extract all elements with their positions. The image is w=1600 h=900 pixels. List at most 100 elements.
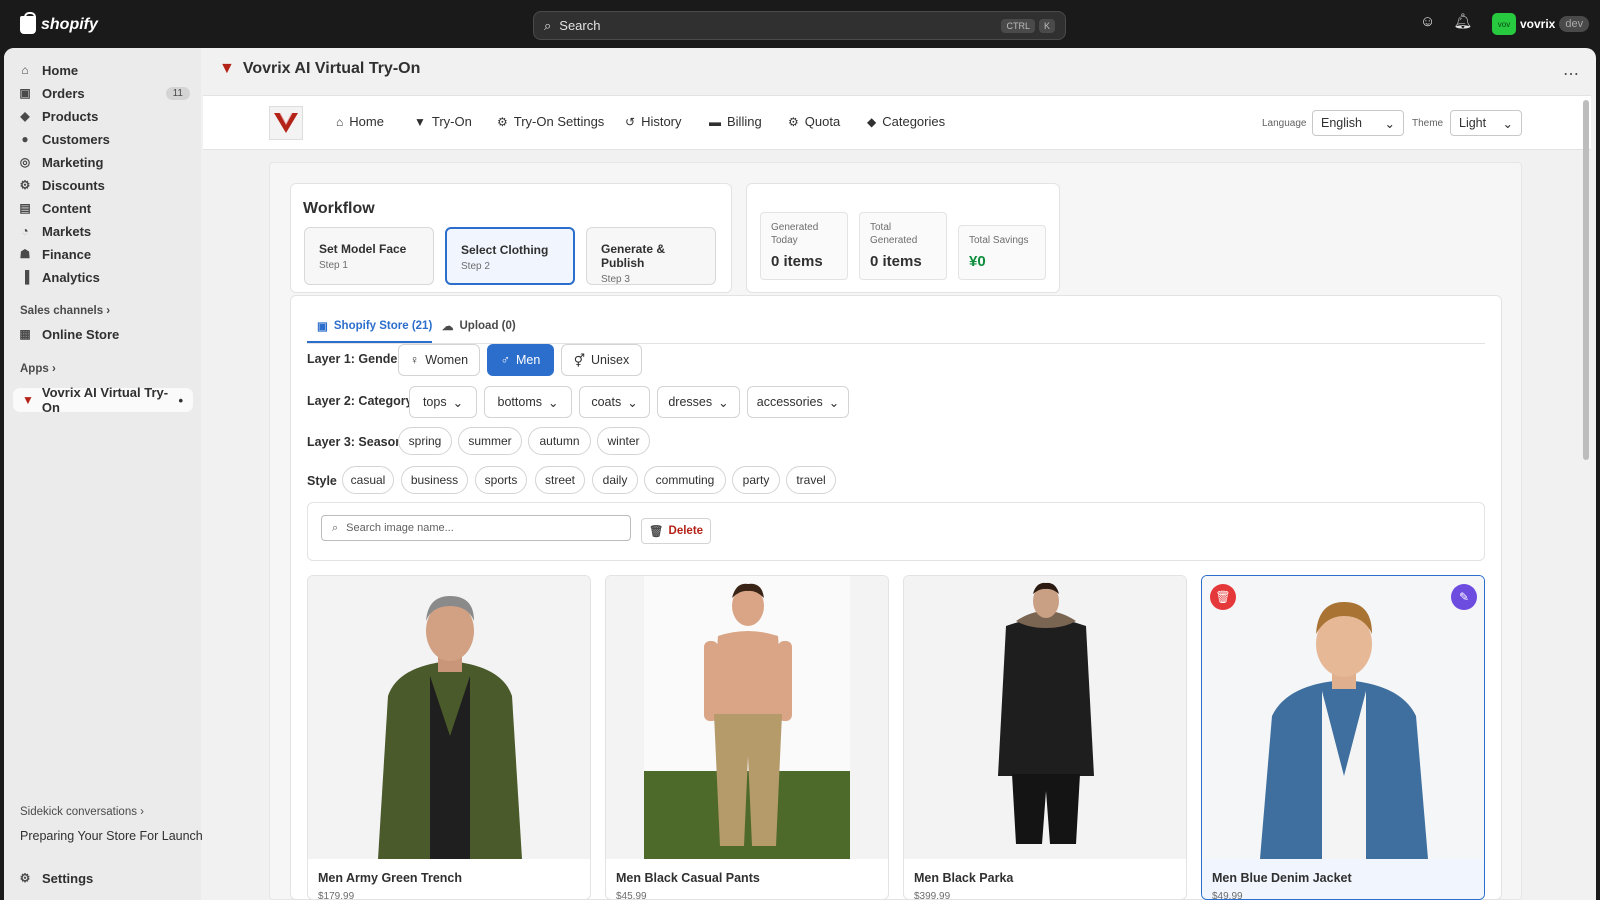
style-chip-daily[interactable]: daily [592, 466, 638, 494]
vovrix-logo-icon: ▼ [22, 393, 34, 407]
credit-card-icon: ▬ [709, 114, 721, 129]
sidebar-item-finance[interactable]: ☗ Finance [18, 243, 190, 265]
tab-upload[interactable]: ☁ Upload (0) [442, 319, 516, 333]
nav-try-on-settings[interactable]: ⚙ Try-On Settings [497, 114, 604, 129]
step-set-model-face[interactable]: Set Model Face Step 1 [304, 227, 434, 285]
sidebar-item-customers[interactable]: ● Customers [18, 128, 190, 150]
sidebar-item-vovrix-app[interactable]: ▼ Vovrix AI Virtual Try-On • [13, 385, 193, 415]
step-generate-publish[interactable]: Generate & Publish Step 3 [586, 227, 716, 285]
style-chip-party[interactable]: party [732, 466, 780, 494]
category-tops-dropdown[interactable]: tops ⌄ [409, 386, 477, 418]
category-bottoms-dropdown[interactable]: bottoms ⌄ [484, 386, 572, 418]
globe-icon: ◔ [21, 224, 29, 238]
store-menu[interactable]: vov vovrix dev [1492, 13, 1590, 35]
bar-chart-icon: ▐ [20, 270, 30, 284]
sidebar-item-markets[interactable]: ◔ Markets [18, 220, 190, 242]
sidebar-item-orders[interactable]: ▣ Orders 11 [18, 82, 190, 104]
category-label: Layer 2: Category [307, 394, 413, 408]
language-select[interactable]: English ⌄ [1312, 110, 1404, 136]
workflow-title: Workflow [303, 200, 375, 217]
theme-select[interactable]: Light ⌄ [1450, 110, 1522, 136]
sidekick-icon[interactable]: ☺ [1420, 13, 1435, 30]
image-search-input[interactable]: ⌕ Search image name... [321, 515, 631, 541]
global-search-input[interactable]: ⌕ Search CTRL K [533, 11, 1066, 40]
sidebar-item-content[interactable]: ▤ Content [18, 197, 190, 219]
trash-icon: 🗑︎ [648, 526, 664, 538]
shopify-logo[interactable]: shopify [20, 12, 98, 38]
language-label: Language [1262, 118, 1307, 129]
discount-icon: ⚙ [19, 178, 31, 192]
style-chip-casual[interactable]: casual [342, 466, 394, 494]
nav-categories[interactable]: ◆ Categories [867, 114, 945, 129]
style-chip-sports[interactable]: sports [475, 466, 527, 494]
search-icon: ⌕ [332, 521, 339, 534]
more-actions-icon[interactable]: ⋯ [1563, 64, 1579, 84]
gender-unisex-button[interactable]: ⚥ Unisex [561, 344, 642, 376]
category-dresses-dropdown[interactable]: dresses ⌄ [657, 386, 740, 418]
tags-icon: ◆ [867, 114, 877, 129]
delete-button[interactable]: 🗑︎ Delete [641, 518, 711, 544]
season-chip-winter[interactable]: winter [597, 427, 650, 455]
sidebar-item-discounts[interactable]: ⚙ Discounts [18, 174, 190, 196]
content-icon: ▤ [19, 201, 31, 215]
nav-quota[interactable]: ⚙ Quota [788, 114, 840, 129]
person-icon: ● [21, 132, 29, 146]
product-card-selected[interactable]: 🗑︎ ✎ Men Blue Denim Jacket $49.99 [1201, 575, 1485, 900]
product-card[interactable]: Men Black Casual Pants $45.99 [605, 575, 889, 900]
gender-men-button[interactable]: ♂ Men [487, 344, 554, 376]
sidebar-item-products[interactable]: ◆ Products [18, 105, 190, 127]
delete-product-icon[interactable]: 🗑︎ [1210, 584, 1236, 610]
category-accessories-dropdown[interactable]: accessories ⌄ [747, 386, 849, 418]
product-image [1202, 576, 1484, 859]
inbox-icon: ▣ [19, 86, 31, 100]
chevron-down-icon: ⌄ [718, 395, 729, 410]
season-chip-summer[interactable]: summer [458, 427, 522, 455]
male-icon: ♂ [500, 353, 511, 367]
nav-history[interactable]: ↺ History [625, 114, 682, 129]
store-icon: ▣ [317, 321, 328, 333]
chevron-down-icon: ⌄ [1384, 116, 1395, 131]
unisex-icon: ⚥ [573, 353, 586, 368]
sidebar-item-marketing[interactable]: ◎ Marketing [18, 151, 190, 173]
store-name: vovrix [1520, 17, 1556, 31]
season-chip-spring[interactable]: spring [398, 427, 452, 455]
sidebar-item-online-store[interactable]: ▦ Online Store [18, 323, 190, 345]
pin-dot-icon: • [178, 392, 183, 408]
chevron-down-icon: ⌄ [828, 395, 840, 410]
nav-billing[interactable]: ▬ Billing [709, 114, 762, 129]
style-chip-street[interactable]: street [535, 466, 585, 494]
scrollbar[interactable] [1583, 100, 1589, 460]
style-chip-commuting[interactable]: commuting [644, 466, 726, 494]
nav-try-on[interactable]: ▼ Try-On [414, 114, 472, 129]
shirt-icon: ▼ [414, 114, 426, 129]
chevron-down-icon: ⌄ [1502, 116, 1513, 131]
sidekick-conversation-item[interactable]: Preparing Your Store For Launch [20, 829, 203, 843]
sidebar-item-settings[interactable]: ⚙ Settings [18, 867, 190, 889]
product-image [904, 576, 1186, 859]
chevron-down-icon: ⌄ [452, 395, 464, 410]
vovrix-brand-logo[interactable] [269, 106, 303, 140]
product-card[interactable]: Men Black Parka $399.99 [903, 575, 1187, 900]
season-chip-autumn[interactable]: autumn [528, 427, 591, 455]
gear-icon: ⚙ [788, 114, 799, 129]
bell-icon[interactable]: 🔔︎ [1453, 12, 1472, 30]
style-chip-business[interactable]: business [401, 466, 468, 494]
tag-icon: ◆ [20, 109, 30, 123]
chevron-down-icon: ⌄ [627, 395, 638, 410]
apps-heading[interactable]: Apps › [20, 363, 56, 375]
gender-women-button[interactable]: ♀ Women [398, 344, 480, 376]
category-coats-dropdown[interactable]: coats ⌄ [579, 386, 650, 418]
sidebar-item-analytics[interactable]: ▐ Analytics [18, 266, 190, 288]
nav-home[interactable]: ⌂ Home [336, 114, 384, 129]
product-card[interactable]: Men Army Green Trench $179.99 [307, 575, 591, 900]
sales-channels-heading[interactable]: Sales channels › [20, 305, 110, 317]
step-select-clothing[interactable]: Select Clothing Step 2 [445, 227, 575, 285]
history-icon: ↺ [625, 114, 636, 129]
tab-shopify-store[interactable]: ▣ Shopify Store (21) [317, 319, 432, 333]
edit-product-icon[interactable]: ✎ [1451, 584, 1477, 610]
style-chip-travel[interactable]: travel [786, 466, 836, 494]
cloud-upload-icon: ☁ [442, 321, 454, 333]
orders-count-badge: 11 [165, 86, 190, 100]
sidekick-conversations-heading[interactable]: Sidekick conversations › [20, 806, 144, 818]
sidebar-item-home[interactable]: ⌂ Home [18, 59, 190, 81]
